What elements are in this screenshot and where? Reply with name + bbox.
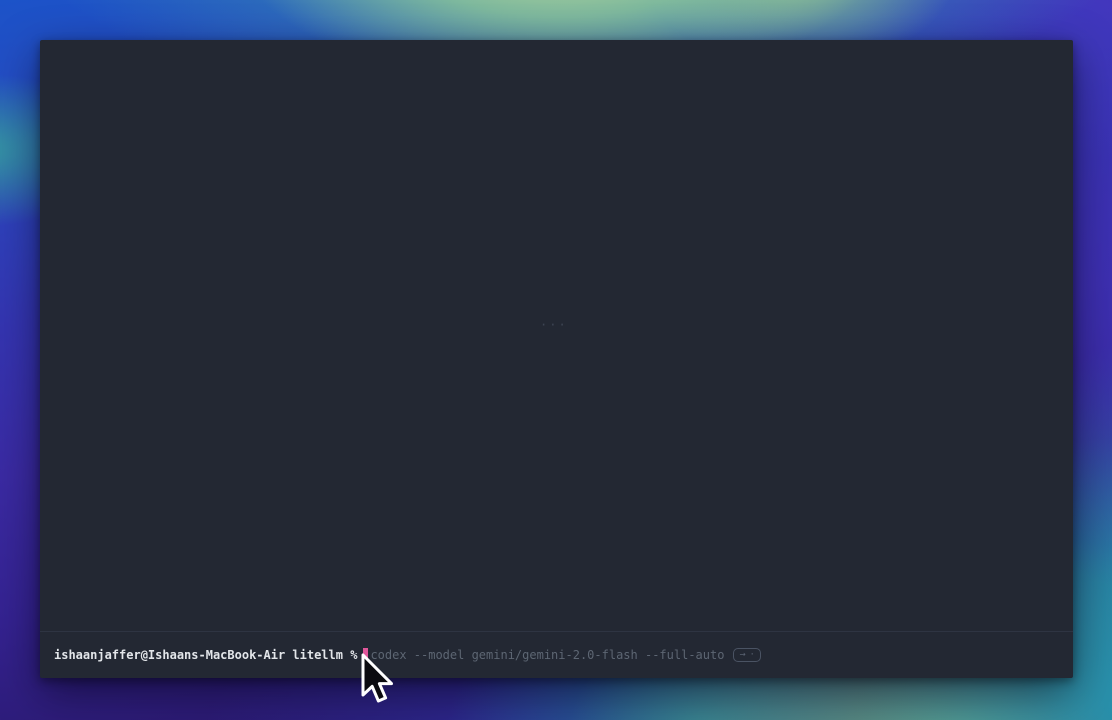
- arrow-right-icon: →: [739, 648, 745, 662]
- loading-ellipsis: ···: [540, 318, 568, 332]
- accept-hint-badge: → ·: [733, 648, 760, 662]
- command-autosuggestion: codex --model gemini/gemini-2.0-flash --…: [370, 648, 724, 662]
- desktop-screen: ··· ishaanjaffer@Ishaans-MacBook-Air lit…: [0, 0, 1112, 720]
- hint-key-icon: ·: [749, 648, 754, 662]
- text-cursor: [363, 648, 368, 663]
- shell-prompt: ishaanjaffer@Ishaans-MacBook-Air litellm…: [54, 648, 357, 662]
- terminal-window[interactable]: ··· ishaanjaffer@Ishaans-MacBook-Air lit…: [40, 40, 1073, 678]
- terminal-scrollback[interactable]: ···: [40, 40, 1073, 632]
- terminal-prompt-row[interactable]: ishaanjaffer@Ishaans-MacBook-Air litellm…: [40, 632, 1073, 678]
